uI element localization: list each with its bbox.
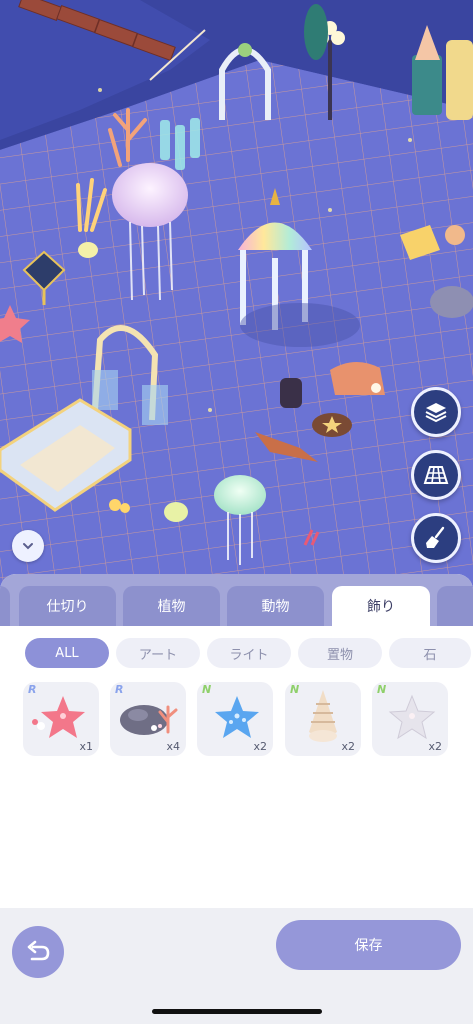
tab-partition[interactable]: 仕切り xyxy=(19,586,116,626)
tab-decorations[interactable]: 飾り xyxy=(332,586,430,626)
item-quantity: x1 xyxy=(79,740,93,753)
tab-partial-left[interactable] xyxy=(0,586,10,626)
undo-icon xyxy=(27,940,50,961)
item-card[interactable]: N x2 xyxy=(285,682,361,756)
tab-animals[interactable]: 動物 xyxy=(227,586,324,626)
filter-ornament[interactable]: 置物 xyxy=(298,638,382,668)
item-card[interactable]: R x4 xyxy=(110,682,186,756)
chevron-down-icon xyxy=(23,543,33,550)
tab-partial-right[interactable] xyxy=(437,586,473,626)
item-quantity: x4 xyxy=(166,740,180,753)
garden-scene-art xyxy=(0,0,473,600)
rarity-badge: N xyxy=(202,683,212,696)
item-card[interactable]: N x2 xyxy=(197,682,273,756)
broom-icon xyxy=(426,526,445,548)
tab-plants[interactable]: 植物 xyxy=(123,586,220,626)
filter-all[interactable]: ALL xyxy=(25,638,109,668)
category-tabs: 仕切り 植物 動物 飾り xyxy=(0,574,473,626)
footer-bar: 保存 xyxy=(0,908,473,1024)
rarity-badge: N xyxy=(377,683,387,696)
home-indicator xyxy=(152,1009,322,1014)
filter-light[interactable]: ライト xyxy=(207,638,291,668)
save-button[interactable]: 保存 xyxy=(276,920,461,970)
item-card[interactable]: R x1 xyxy=(23,682,99,756)
rarity-badge: N xyxy=(290,683,300,696)
collapse-panel-button[interactable] xyxy=(12,530,44,562)
item-quantity: x2 xyxy=(428,740,442,753)
filter-stone[interactable]: 石 xyxy=(389,638,471,668)
filter-art[interactable]: アート xyxy=(116,638,200,668)
grid-icon xyxy=(423,466,449,484)
grid-toggle-button[interactable] xyxy=(411,450,461,500)
garden-scene[interactable] xyxy=(0,0,473,600)
clear-button[interactable] xyxy=(411,513,461,563)
rarity-badge: R xyxy=(115,683,124,696)
rarity-badge: R xyxy=(28,683,37,696)
item-card[interactable]: N x2 xyxy=(372,682,448,756)
item-quantity: x2 xyxy=(253,740,267,753)
item-quantity: x2 xyxy=(341,740,355,753)
undo-button[interactable] xyxy=(12,926,64,978)
layers-button[interactable] xyxy=(411,387,461,437)
layers-icon xyxy=(425,403,447,423)
